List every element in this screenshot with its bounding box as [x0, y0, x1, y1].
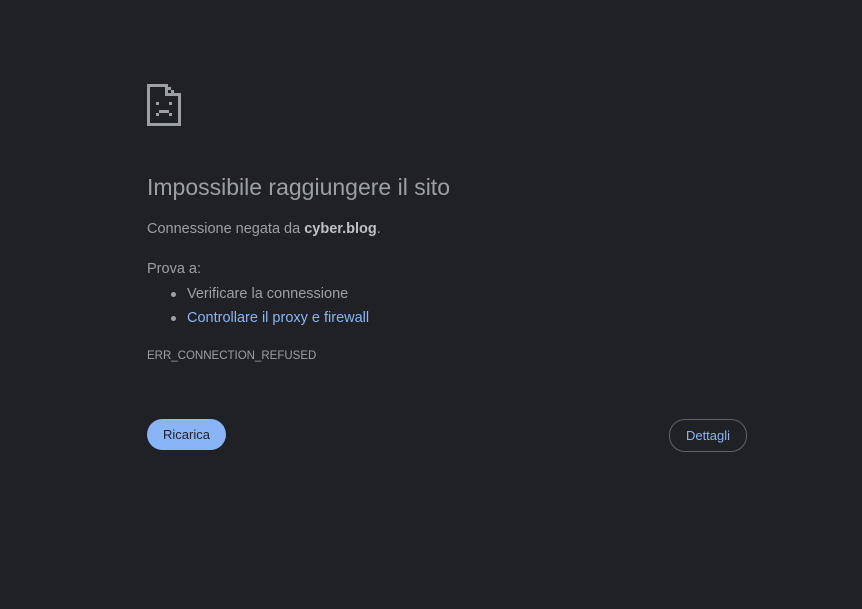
suggestions-heading: Prova a:: [147, 261, 201, 277]
error-code: ERR_CONNECTION_REFUSED: [147, 350, 317, 362]
error-message-suffix: .: [376, 221, 381, 237]
details-button[interactable]: Dettagli: [669, 419, 747, 452]
error-page: Impossibile raggiungere il sito Connessi…: [0, 0, 862, 609]
suggestion-check-proxy-firewall[interactable]: Controllare il proxy e firewall: [147, 308, 369, 332]
page-title: Impossibile raggiungere il sito: [147, 174, 450, 200]
sad-document-icon: [147, 84, 181, 126]
bullet-icon: [171, 292, 176, 297]
error-message-prefix: Connessione negata da: [147, 221, 305, 237]
proxy-firewall-link[interactable]: Controllare il proxy e firewall: [187, 310, 369, 326]
bullet-icon: [171, 316, 176, 321]
reload-button[interactable]: Ricarica: [147, 419, 226, 450]
suggestion-check-connection: Verificare la connessione: [147, 284, 369, 308]
suggestion-label: Verificare la connessione: [187, 286, 349, 302]
blocked-host: cyber.blog: [304, 221, 377, 237]
error-message: Connessione negata da cyber.blog.: [147, 221, 381, 237]
suggestions-list: Verificare la connessione Controllare il…: [147, 284, 369, 332]
